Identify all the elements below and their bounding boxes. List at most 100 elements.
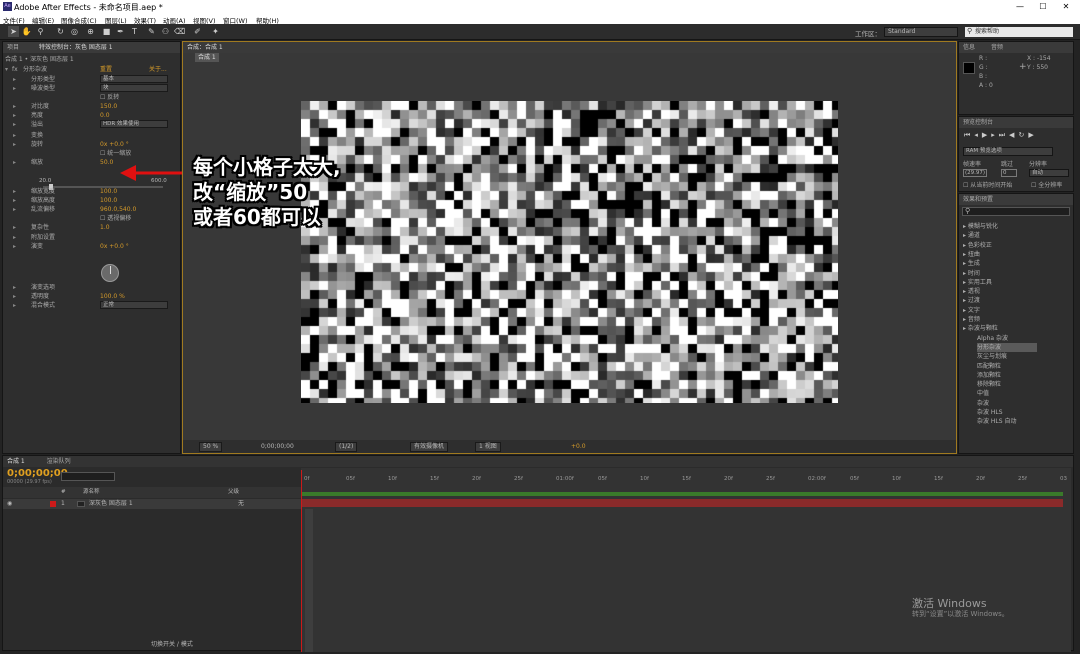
magnification-dropdown[interactable]: 50 % — [199, 442, 223, 452]
effect-property-row[interactable]: ▸ 溢出 HDR 效果使用 — [3, 120, 183, 129]
effect-property-row[interactable]: ▸ 缩放高度 100.0 — [3, 196, 183, 205]
tab-audio[interactable]: 音频 — [991, 44, 1003, 51]
expand-triangle-icon[interactable]: ▸ — [13, 158, 16, 167]
effect-item[interactable]: 添加颗粒 — [977, 371, 1001, 380]
effect-category[interactable]: ▸ 模糊与锐化 — [963, 222, 998, 231]
timeline-timecode[interactable]: 0;00;00;00 — [7, 468, 68, 479]
property-dropdown[interactable]: 正常 — [100, 301, 168, 309]
property-value[interactable]: 100.0 % — [100, 292, 125, 301]
effect-category[interactable]: ▸ 音频 — [963, 315, 980, 324]
selection-tool-icon[interactable]: ➤ — [8, 26, 19, 37]
effect-property-row[interactable]: ▸ 分形类型 基本 — [3, 75, 183, 84]
effect-category[interactable]: ▸ 时间 — [963, 269, 980, 278]
effect-category[interactable]: ▸ 杂波与颗粒 — [963, 324, 998, 333]
timeline-search-input[interactable] — [61, 472, 115, 481]
minimize-button[interactable]: — — [1010, 0, 1030, 13]
exposure-value[interactable]: +0.0 — [571, 440, 586, 453]
effect-property-row[interactable]: ▸ 演变 0x +0.0 ° — [3, 242, 183, 251]
ram-preview-icon[interactable]: ▶ — [1028, 131, 1037, 139]
about-link[interactable]: 关于... — [149, 65, 167, 74]
effect-category[interactable]: ▸ 过渡 — [963, 296, 980, 305]
property-dropdown[interactable]: HDR 效果使用 — [100, 120, 168, 128]
views-dropdown[interactable]: 1 视图 — [475, 442, 501, 452]
skip-field[interactable]: 0 — [1001, 169, 1017, 177]
property-value[interactable]: 150.0 — [100, 102, 117, 111]
hand-tool-icon[interactable]: ✋ — [21, 26, 32, 37]
pan-behind-tool-icon[interactable]: ⊕ — [85, 26, 96, 37]
pen-tool-icon[interactable]: ✒ — [115, 26, 126, 37]
effect-item[interactable]: 灰尘与划痕 — [977, 352, 1007, 361]
expand-triangle-icon[interactable]: ▸ — [13, 75, 16, 84]
property-checkbox[interactable]: ☐ 透视偏移 — [100, 214, 131, 223]
expand-triangle-icon[interactable]: ▸ — [13, 283, 16, 292]
property-value[interactable]: 50.0 — [100, 158, 113, 167]
play-icon[interactable]: ▶ — [982, 131, 991, 139]
effect-category[interactable]: ▸ 生成 — [963, 259, 980, 268]
effects-search-input[interactable]: ⚲ — [962, 207, 1070, 216]
first-frame-icon[interactable]: ⏮ — [964, 131, 974, 139]
effect-item[interactable]: 移除颗粒 — [977, 380, 1001, 389]
effect-item[interactable]: 杂波 HLS — [977, 408, 1003, 417]
effect-category[interactable]: ▸ 色彩校正 — [963, 241, 992, 250]
tab-project[interactable]: 项目 — [7, 44, 19, 51]
eraser-tool-icon[interactable]: ⌫ — [174, 26, 185, 37]
roto-tool-icon[interactable]: ✐ — [192, 26, 203, 37]
expand-triangle-icon[interactable]: ▸ — [13, 102, 16, 111]
effect-category[interactable]: ▸ 透视 — [963, 287, 980, 296]
expand-triangle-icon[interactable]: ▸ — [13, 205, 16, 214]
expand-triangle-icon[interactable]: ▸ — [13, 111, 16, 120]
clone-tool-icon[interactable]: ⚇ — [160, 26, 171, 37]
parent-dropdown[interactable]: 无 — [238, 499, 244, 509]
reset-link[interactable]: 重置 — [100, 65, 112, 74]
effect-property-row[interactable]: ▸ 缩放宽度 100.0 — [3, 187, 183, 196]
layer-duration-bar[interactable] — [301, 499, 1063, 507]
property-value[interactable]: 0x +0.0 ° — [100, 242, 129, 251]
zoom-tool-icon[interactable]: ⚲ — [35, 26, 46, 37]
toggle-switches-modes[interactable]: 切换开关 / 模式 — [151, 639, 193, 648]
property-value[interactable]: 960.0,540.0 — [100, 205, 136, 214]
effect-category[interactable]: ▸ 扭曲 — [963, 250, 980, 259]
effect-property-row[interactable]: ☐ 反转 — [3, 93, 183, 102]
full-screen-checkbox[interactable]: ☐ 全分辨率 — [1031, 180, 1062, 189]
camera-dropdown[interactable]: 有效摄像机 — [410, 442, 449, 452]
tab-render-queue[interactable]: 渲染队列 — [47, 458, 71, 465]
current-time-indicator[interactable] — [301, 470, 302, 652]
effect-property-row[interactable]: ▸ 演变选项 — [3, 283, 183, 292]
close-button[interactable]: ✕ — [1056, 0, 1076, 13]
loop-icon[interactable]: ↻ — [1018, 131, 1028, 139]
tab-effect-controls[interactable]: 特效控制台：灰色 固态层 1 — [39, 44, 113, 51]
effect-item[interactable]: Alpha 杂波 — [977, 334, 1008, 343]
fx-icon[interactable]: fx — [12, 65, 18, 74]
expand-triangle-icon[interactable]: ▸ — [13, 187, 16, 196]
expand-triangle-icon[interactable]: ▸ — [13, 120, 16, 129]
expand-triangle-icon[interactable]: ▸ — [13, 242, 16, 251]
brush-tool-icon[interactable]: ✎ — [146, 26, 157, 37]
effect-property-row[interactable]: ▸ 变换 — [3, 131, 183, 140]
effect-item[interactable]: 分形杂波 — [977, 342, 1037, 352]
effect-property-row[interactable]: ▸ 乱流偏移 960.0,540.0 — [3, 205, 183, 214]
property-checkbox[interactable]: ☐ 统一缩放 — [100, 149, 131, 158]
layer-name[interactable]: 深灰色 固态层 1 — [89, 499, 133, 509]
last-frame-icon[interactable]: ⏭ — [999, 131, 1009, 139]
rectangle-tool-icon[interactable]: ■ — [101, 26, 112, 37]
effect-item[interactable]: 匹配颗粒 — [977, 362, 1001, 371]
expand-triangle-icon[interactable]: ▸ — [13, 292, 16, 301]
property-value[interactable]: 0.0 — [100, 111, 110, 120]
expand-triangle-icon[interactable]: ▾ — [5, 65, 8, 74]
effect-property-row[interactable]: ☐ 统一缩放 — [3, 149, 183, 158]
effect-property-row[interactable]: ▸ 噪波类型 块 — [3, 84, 183, 93]
property-value[interactable]: 100.0 — [100, 196, 117, 205]
expand-triangle-icon[interactable]: ▸ — [13, 301, 16, 310]
property-value[interactable]: 0x +0.0 ° — [100, 140, 129, 149]
layer-row[interactable]: ◉ 1 深灰色 固态层 1 无 — [3, 499, 301, 509]
effect-property-row[interactable]: ▸ 旋转 0x +0.0 ° — [3, 140, 183, 149]
workspace-dropdown[interactable]: Standard — [884, 27, 958, 37]
puppet-tool-icon[interactable]: ✦ — [210, 26, 221, 37]
effect-property-row[interactable]: ▸ 对比度 150.0 — [3, 102, 183, 111]
text-tool-icon[interactable]: T — [129, 26, 140, 37]
layer-label-color[interactable] — [50, 501, 56, 507]
resolution-dropdown[interactable]: (1/2) — [335, 442, 358, 452]
expand-triangle-icon[interactable]: ▸ — [13, 223, 16, 232]
ram-preview-options[interactable]: RAM 预览选项 — [963, 147, 1053, 156]
camera-tool-icon[interactable]: ◎ — [69, 26, 80, 37]
